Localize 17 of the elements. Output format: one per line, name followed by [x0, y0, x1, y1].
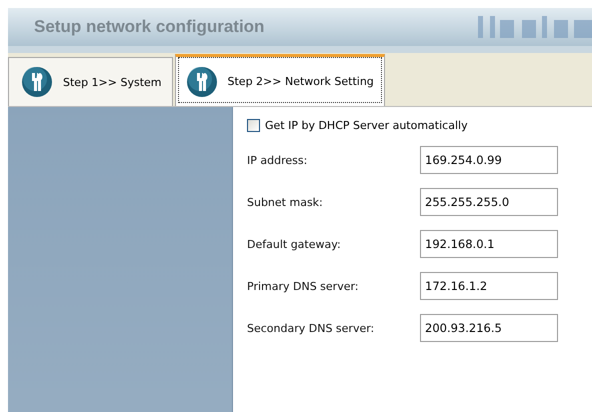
wrench-icon: [186, 66, 218, 98]
wrench-icon: [21, 66, 53, 98]
input-field[interactable]: 192.168.0.1: [420, 230, 558, 258]
input-field[interactable]: 200.93.216.5: [420, 314, 558, 342]
field-label: Subnet mask:: [247, 196, 324, 208]
field-label: IP address:: [247, 154, 308, 166]
field-label: Secondary DNS server:: [247, 322, 376, 334]
header-title: Setup network configuration: [34, 17, 264, 37]
dhcp-checkbox[interactable]: [247, 119, 260, 132]
input-field[interactable]: 169.254.0.99: [420, 146, 558, 174]
field-label: Primary DNS server:: [247, 280, 360, 292]
input-field[interactable]: 172.16.1.2: [420, 272, 558, 300]
field-label: Default gateway:: [247, 238, 342, 250]
step-tab[interactable]: Step 1>> System: [8, 57, 172, 106]
input-field[interactable]: 255.255.255.0: [420, 188, 558, 216]
step-tab[interactable]: Step 2>> Network Setting: [174, 54, 385, 106]
checkbox-label: Get IP by DHCP Server automatically: [265, 119, 468, 132]
